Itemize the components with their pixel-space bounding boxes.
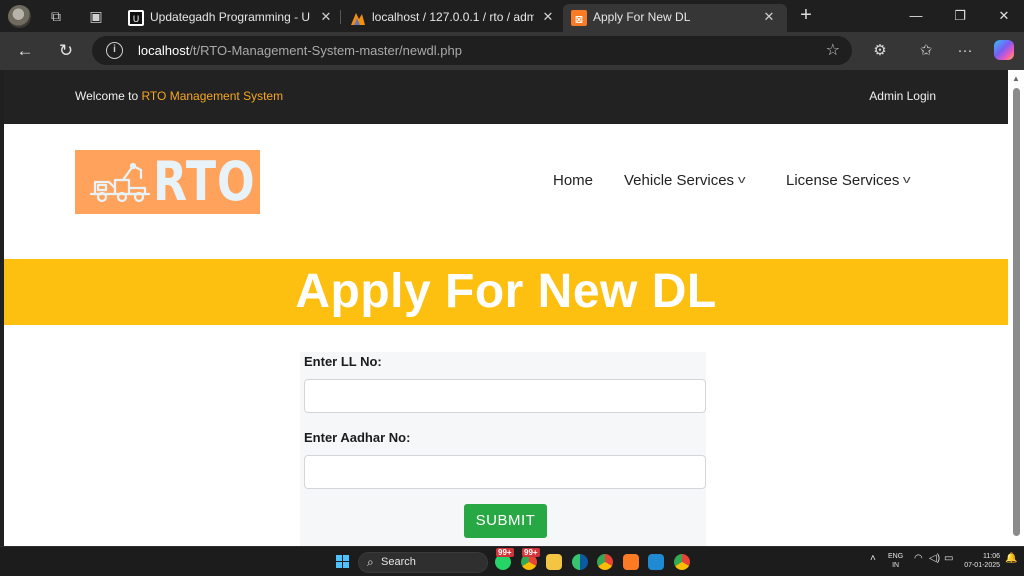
- logo-text: RTO: [153, 150, 256, 213]
- new-tab-button[interactable]: +: [796, 5, 816, 26]
- tab-phpmyadmin[interactable]: localhost / 127.0.0.1 / rto / admin ✕: [342, 4, 562, 32]
- updategadh-favicon: U: [128, 10, 144, 26]
- welcome-text: Welcome to RTO Management System: [75, 89, 284, 103]
- favorite-star-icon[interactable]: ☆: [826, 40, 840, 60]
- admin-login-link[interactable]: Admin Login: [869, 89, 936, 103]
- windows-taskbar: ⌕ Search 99+ 99+ ˄ ENG IN ◠ ◁) ▭ 11:06 07-…: [0, 546, 1024, 576]
- nav-license-services[interactable]: License Services v: [786, 172, 911, 189]
- new-dl-form: Enter LL No: Enter Aadhar No: SUBMIT: [300, 352, 706, 546]
- chrome-profile-icon[interactable]: [674, 554, 690, 570]
- notification-badge: 99+: [496, 548, 514, 557]
- minimize-button[interactable]: —: [906, 6, 926, 26]
- back-arrow-icon[interactable]: ←: [14, 40, 36, 62]
- search-icon: ⌕: [367, 555, 374, 569]
- page-scrollbar[interactable]: ▲: [1008, 70, 1024, 546]
- rto-logo[interactable]: RTO: [75, 150, 260, 214]
- svg-text:⊠: ⊠: [575, 15, 583, 26]
- extensions-icon[interactable]: ⚙: [870, 41, 890, 61]
- windows-start-icon[interactable]: [336, 555, 350, 569]
- workspaces-icon[interactable]: ⧉: [48, 8, 64, 24]
- profile-avatar[interactable]: [8, 5, 31, 28]
- nav-home[interactable]: Home: [553, 172, 593, 189]
- site-info-icon[interactable]: i: [106, 42, 123, 59]
- tab-title: Updategadh Programming - Upd: [150, 10, 310, 24]
- aadhar-no-input[interactable]: [304, 455, 706, 489]
- submit-button[interactable]: SUBMIT: [464, 504, 547, 538]
- page-title: Apply For New DL: [295, 265, 717, 318]
- scroll-up-icon[interactable]: ▲: [1012, 74, 1020, 83]
- close-tab-icon[interactable]: ✕: [761, 9, 777, 25]
- xampp-icon[interactable]: [623, 554, 639, 570]
- nav-vehicle-services[interactable]: Vehicle Services v: [624, 172, 746, 189]
- tow-truck-icon: [89, 162, 151, 203]
- scrollbar-thumb[interactable]: [1013, 88, 1020, 536]
- browser-toolbar: ← ↻ i localhost/t/RTO-Management-System-…: [0, 32, 1024, 70]
- system-clock[interactable]: 11:06 07-01-2025: [960, 552, 1000, 570]
- page-viewport: Welcome to RTO Management System Admin L…: [4, 70, 1008, 546]
- chevron-down-icon: v: [903, 174, 911, 186]
- volume-icon[interactable]: ◁): [929, 553, 940, 564]
- show-hidden-icons-icon[interactable]: ˄: [870, 553, 876, 564]
- site-topbar: Welcome to RTO Management System Admin L…: [4, 70, 1008, 124]
- tab-actions-icon[interactable]: ▣: [88, 8, 104, 24]
- chrome-profile-icon[interactable]: [597, 554, 613, 570]
- wifi-icon[interactable]: ◠: [914, 553, 923, 564]
- language-indicator[interactable]: ENG IN: [888, 552, 903, 570]
- copilot-icon[interactable]: [994, 40, 1014, 60]
- close-tab-icon[interactable]: ✕: [318, 9, 334, 25]
- tab-title: Apply For New DL: [593, 10, 691, 24]
- notifications-icon[interactable]: 🔔: [1005, 553, 1017, 564]
- more-menu-icon[interactable]: ···: [955, 41, 975, 61]
- tab-updategadh[interactable]: U Updategadh Programming - Upd ✕: [120, 4, 340, 32]
- taskbar-search[interactable]: ⌕ Search: [358, 552, 488, 573]
- page-banner: Apply For New DL: [4, 259, 1008, 325]
- vscode-icon[interactable]: [648, 554, 664, 570]
- browser-tab-strip: ⧉ ▣ U Updategadh Programming - Upd ✕ loc…: [0, 0, 1024, 32]
- brand-name: RTO Management System: [141, 89, 284, 103]
- tab-title: localhost / 127.0.0.1 / rto / admin: [372, 10, 534, 24]
- battery-icon[interactable]: ▭: [944, 553, 953, 564]
- edge-icon[interactable]: [572, 554, 588, 570]
- tab-apply-new-dl[interactable]: ⊠ Apply For New DL ✕: [563, 4, 787, 32]
- svg-text:U: U: [133, 15, 140, 25]
- refresh-icon[interactable]: ↻: [55, 40, 77, 62]
- url-text[interactable]: localhost/t/RTO-Management-System-master…: [138, 43, 462, 58]
- address-bar[interactable]: i localhost/t/RTO-Management-System-mast…: [92, 36, 852, 65]
- favorites-icon[interactable]: ✩: [916, 41, 936, 61]
- aadhar-no-label: Enter Aadhar No:: [304, 430, 411, 445]
- ll-no-label: Enter LL No:: [304, 354, 382, 369]
- file-explorer-icon[interactable]: [546, 554, 562, 570]
- phpmyadmin-favicon: [350, 10, 366, 26]
- restore-button[interactable]: ❐: [950, 6, 970, 26]
- notification-badge: 99+: [522, 548, 540, 557]
- close-tab-icon[interactable]: ✕: [540, 9, 556, 25]
- ll-no-input[interactable]: [304, 379, 706, 413]
- close-window-button[interactable]: ✕: [994, 6, 1014, 26]
- xampp-favicon: ⊠: [571, 10, 587, 26]
- tab-divider: [340, 10, 341, 24]
- chevron-down-icon: v: [737, 174, 746, 186]
